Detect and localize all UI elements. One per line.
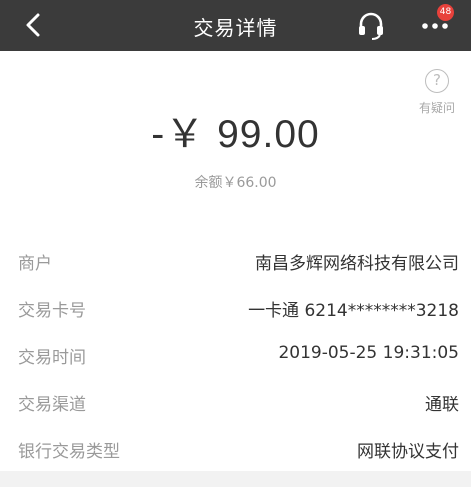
detail-value: 网联协议支付: [357, 442, 459, 462]
detail-value: 通联: [425, 395, 459, 415]
detail-value: 南昌多辉网络科技有限公司: [255, 254, 459, 274]
detail-row-card: 交易卡号 一卡通 6214********3218: [0, 284, 471, 331]
question-icon: ?: [425, 69, 449, 93]
detail-label: 交易时间: [18, 348, 86, 368]
detail-label: 交易渠道: [18, 395, 86, 415]
detail-value: 一卡通 6214********3218: [248, 301, 459, 321]
detail-value: 2019-05-25 19:31:05: [278, 343, 459, 363]
headset-icon: [359, 12, 383, 40]
customer-service-button[interactable]: [356, 10, 386, 42]
detail-row-channel: 交易渠道 通联: [0, 378, 471, 425]
detail-row-time: 交易时间 2019-05-25 19:31:05: [0, 331, 471, 378]
top-bar: 交易详情 48: [0, 0, 471, 51]
notification-badge: 48: [437, 4, 454, 21]
bottom-spacer: [0, 471, 471, 487]
balance-text: 余额￥66.00: [194, 175, 277, 191]
transaction-amount: -￥ 99.00: [151, 113, 320, 156]
page-title: 交易详情: [193, 16, 278, 40]
transaction-detail-card: ? 有疑问 -￥ 99.00 余额￥66.00 商户 南昌多辉网络科技有限公司 …: [0, 51, 471, 471]
detail-list: 商户 南昌多辉网络科技有限公司 交易卡号 一卡通 6214********321…: [0, 237, 471, 472]
detail-label: 银行交易类型: [18, 442, 120, 462]
detail-row-type: 银行交易类型 网联协议支付: [0, 425, 471, 472]
detail-label: 交易卡号: [18, 301, 86, 321]
detail-row-merchant: 商户 南昌多辉网络科技有限公司: [0, 237, 471, 284]
detail-label: 商户: [18, 254, 52, 274]
